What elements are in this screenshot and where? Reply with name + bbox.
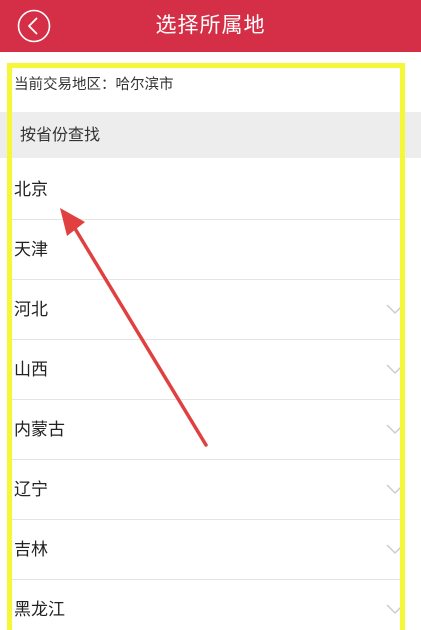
province-label: 山西 — [14, 360, 48, 380]
province-label: 吉林 — [14, 540, 48, 560]
province-row[interactable]: 河北 — [0, 280, 421, 340]
screen: 选择所属地 当前交易地区：哈尔滨市 按省份查找 北京天津河北山西内蒙古辽宁吉林黑… — [0, 0, 421, 630]
province-row[interactable]: 天津 — [0, 220, 421, 280]
province-label: 河北 — [14, 300, 48, 320]
chevron-down-icon — [386, 364, 404, 374]
province-label: 黑龙江 — [14, 600, 65, 620]
province-row[interactable]: 黑龙江 — [0, 580, 421, 630]
province-label: 北京 — [14, 180, 48, 200]
province-label: 内蒙古 — [14, 420, 65, 440]
section-header: 按省份查找 — [0, 112, 421, 158]
chevron-down-icon — [386, 604, 404, 614]
chevron-down-icon — [386, 424, 404, 434]
chevron-down-icon — [386, 544, 404, 554]
province-row[interactable]: 内蒙古 — [0, 400, 421, 460]
page-title: 选择所属地 — [155, 13, 266, 37]
province-row[interactable]: 辽宁 — [0, 460, 421, 520]
current-region-text: 当前交易地区：哈尔滨市 — [14, 77, 174, 93]
province-row[interactable]: 吉林 — [0, 520, 421, 580]
chevron-down-icon — [386, 484, 404, 494]
section-header-label: 按省份查找 — [20, 125, 101, 144]
province-row[interactable]: 山西 — [0, 340, 421, 400]
province-label: 天津 — [14, 240, 48, 260]
title-bar: 选择所属地 — [0, 0, 421, 52]
province-row[interactable]: 北京 — [0, 160, 421, 220]
chevron-down-icon — [386, 304, 404, 314]
province-label: 辽宁 — [14, 480, 48, 500]
